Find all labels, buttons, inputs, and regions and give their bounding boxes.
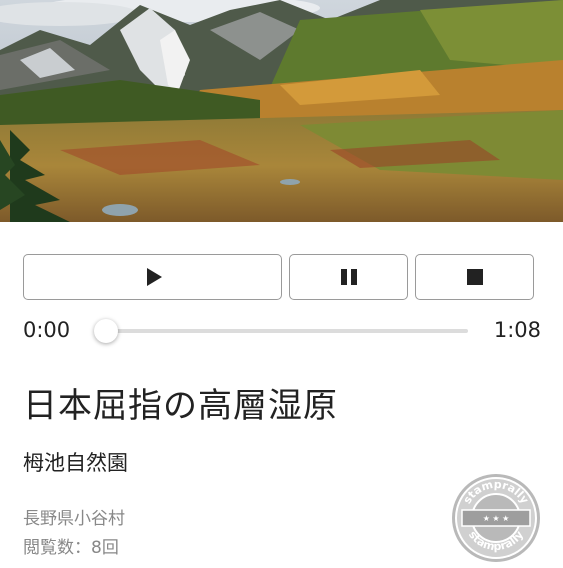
stamp-badge-icon: ★ ★ ★ stamprally stamprally <box>450 472 542 564</box>
hero-image <box>0 0 563 222</box>
seek-slider-thumb[interactable] <box>94 319 118 343</box>
stop-icon <box>466 269 483 285</box>
spot-location: 長野県小谷村 <box>23 509 125 529</box>
current-time: 0:00 <box>23 318 71 342</box>
stop-button[interactable] <box>415 254 534 300</box>
svg-text:★ ★ ★: ★ ★ ★ <box>483 514 510 523</box>
seek-track[interactable] <box>106 329 468 333</box>
pause-icon <box>340 269 357 285</box>
play-button[interactable] <box>23 254 282 300</box>
pause-button[interactable] <box>289 254 408 300</box>
view-count-label: 閲覧数： <box>23 538 91 558</box>
view-count-value: 8回 <box>91 538 119 558</box>
spot-title: 日本屈指の高層湿原 <box>23 386 338 426</box>
spot-name: 栂池自然園 <box>23 451 128 475</box>
play-icon <box>147 268 162 286</box>
total-time: 1:08 <box>493 318 541 342</box>
view-count: 閲覧数：8回 <box>23 533 119 558</box>
player-controls <box>23 254 534 302</box>
